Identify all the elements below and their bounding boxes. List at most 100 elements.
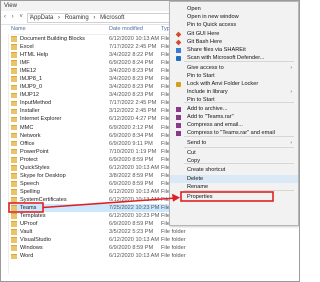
menu-item-open[interactable]: Open	[170, 5, 298, 13]
file-date: 6/9/2020 8:24 PM	[109, 60, 154, 67]
file-row[interactable]: Word 6/12/2020 10:13 AM File folder	[11, 252, 216, 260]
folder-icon	[11, 164, 17, 171]
file-name: Installer	[20, 108, 40, 115]
menu-item-give-access-to[interactable]: Give access to ›	[170, 64, 298, 72]
file-name: Windows	[20, 245, 43, 252]
breadcrumb-roaming[interactable]: Roaming	[65, 15, 89, 21]
menu-item-delete[interactable]: Delete	[170, 175, 298, 184]
file-name: Internet Explorer	[20, 116, 62, 123]
file-name: Excel	[20, 44, 34, 51]
file-name: QuickStyles	[20, 164, 50, 171]
column-name[interactable]: Name	[11, 26, 26, 32]
menu-item-label: Copy	[187, 158, 201, 164]
file-date: 6/12/2020 10:23 PM	[109, 213, 160, 220]
file-type: File folder	[161, 229, 186, 236]
file-name: Spelling	[20, 188, 40, 195]
menu-item-label: Add to "Teams.rar"	[187, 114, 234, 120]
file-date: 6/12/2020 10:13 AM	[109, 196, 160, 203]
file-type: File folder	[161, 245, 186, 252]
view-menu[interactable]: View	[4, 3, 17, 9]
menu-item-compress-to-teams-rar-and-email[interactable]: Compress to "Teams.rar" and email	[170, 129, 298, 137]
menu-item-pin-to-quick-access[interactable]: Pin to Quick access	[170, 21, 298, 29]
menu-item-label: Open in new window	[187, 14, 239, 20]
folder-icon	[11, 245, 17, 252]
menu-item-pin-to-start[interactable]: Pin to Start	[170, 96, 298, 104]
winrar-icon	[176, 130, 181, 136]
menu-item-git-gui-here[interactable]: Git GUI Here	[170, 30, 298, 38]
winrar-icon	[176, 114, 181, 120]
menu-item-label: Pin to Start	[187, 73, 215, 79]
file-name: SystemCertificates	[20, 196, 67, 203]
folder-icon	[11, 221, 17, 227]
menu-item-create-shortcut[interactable]: Create shortcut	[170, 166, 298, 174]
menu-item-include-in-library[interactable]: Include in library ›	[170, 88, 298, 96]
menu-item-scan-with-microsoft-defender[interactable]: Scan with Microsoft Defender...	[170, 54, 298, 62]
menu-item-add-to-teams-rar[interactable]: Add to "Teams.rar"	[170, 113, 298, 121]
menu-item-properties[interactable]: Properties	[170, 193, 298, 201]
menu-item-compress-and-email[interactable]: Compress and email...	[170, 121, 298, 129]
menu-item-pin-to-start[interactable]: Pin to Start	[170, 72, 298, 80]
file-type: File folder	[161, 253, 186, 260]
file-name: Vault	[20, 229, 33, 236]
git-icon	[175, 31, 182, 37]
breadcrumb[interactable]: AppData › Roaming › Microsoft	[27, 13, 191, 23]
file-date: 3/4/2020 8:23 PM	[109, 92, 154, 99]
file-name: Word	[20, 253, 34, 260]
folder-icon	[11, 68, 17, 75]
menu-item-label: Open	[187, 6, 201, 12]
menu-item-label: Compress to "Teams.rar" and email	[187, 130, 275, 136]
breadcrumb-microsoft[interactable]: Microsoft	[100, 15, 124, 21]
file-row[interactable]: VisualStudio 6/12/2020 10:13 AM File folde…	[11, 236, 216, 244]
folder-icon	[11, 36, 17, 42]
folder-icon	[11, 173, 17, 179]
column-date[interactable]: Date modified	[109, 25, 143, 34]
menu-item-label: Create shortcut	[187, 167, 226, 173]
menu-item-label: Compress and email...	[187, 122, 243, 128]
file-date: 3/4/2020 8:23 PM	[109, 68, 154, 75]
folder-icon	[11, 60, 17, 66]
file-name: IMJP9_0	[20, 84, 43, 91]
file-date: 6/9/2020 8:34 PM	[109, 132, 154, 139]
menu-item-lock-with-anvi-folder-locker[interactable]: Lock with Anvi Folder Locker	[170, 80, 298, 88]
menu-item-rename[interactable]: Rename	[170, 183, 298, 191]
file-date: 3/8/2022 8:59 PM	[109, 172, 154, 179]
menu-item-copy[interactable]: Copy	[170, 157, 298, 165]
menu-item-label: Give access to	[187, 65, 224, 71]
file-date: 6/9/2020 9:11 PM	[109, 140, 153, 147]
file-name: Network	[20, 132, 41, 139]
menu-item-open-in-new-window[interactable]: Open in new window	[170, 13, 298, 21]
folder-icon	[11, 84, 17, 91]
file-date: 3/4/2020 8:23 PM	[109, 84, 154, 91]
menu-item-label: Lock with Anvi Folder Locker	[187, 81, 259, 87]
file-date: 6/12/2020 10:13 AM	[109, 253, 160, 260]
chevron-right-icon: ›	[290, 89, 292, 95]
file-date: 6/12/2020 4:27 PM	[109, 116, 157, 123]
menu-item-send-to[interactable]: Send to ›	[170, 139, 298, 147]
breadcrumb-appdata[interactable]: AppData	[30, 15, 53, 21]
file-name: Protect	[20, 156, 38, 163]
file-date: 7/10/2020 1:19 PM	[109, 148, 157, 155]
file-date: 6/9/2020 8:59 PM	[109, 156, 154, 163]
file-row[interactable]: Windows 6/9/2020 8:59 PM File folder	[11, 244, 216, 252]
folder-icon	[11, 181, 17, 187]
file-name: PowerPoint	[20, 148, 49, 155]
file-date: 6/9/2020 8:59 PM	[109, 221, 154, 228]
menu-item-share-files-via-shareit[interactable]: Share files via SHAREit	[170, 46, 298, 54]
folder-icon	[11, 52, 17, 58]
menu-item-git-bash-here[interactable]: Git Bash Here	[170, 38, 298, 46]
file-name: Templates	[20, 213, 46, 220]
file-date: 7/25/2022 10:23 PM	[109, 204, 160, 211]
menu-item-label: Rename	[187, 184, 209, 190]
file-name: MMC	[20, 124, 34, 131]
menu-item-cut[interactable]: Cut	[170, 149, 298, 157]
menu-item-label: Share files via SHAREit	[187, 47, 246, 53]
menu-item-add-to-archive[interactable]: Add to archive...	[170, 105, 298, 113]
menu-item-label: Git Bash Here	[187, 39, 223, 45]
menu-item-label: Pin to Start	[187, 97, 215, 103]
file-name: Office	[20, 140, 35, 147]
folder-icon	[11, 100, 17, 107]
menu-item-label: Pin to Quick access	[187, 22, 237, 28]
defender-icon	[176, 55, 181, 61]
file-row[interactable]: Vault 3/5/2022 5:23 PM File folder	[11, 228, 216, 236]
shareit-icon	[176, 47, 181, 53]
